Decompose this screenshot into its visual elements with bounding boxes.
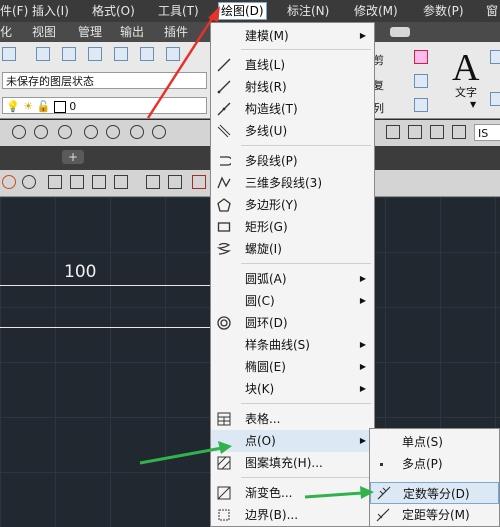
red-arrow-icon xyxy=(146,6,220,119)
green-arrow-icon xyxy=(304,486,374,499)
green-arrow-icon xyxy=(139,441,232,465)
annotation-overlay xyxy=(139,6,374,499)
